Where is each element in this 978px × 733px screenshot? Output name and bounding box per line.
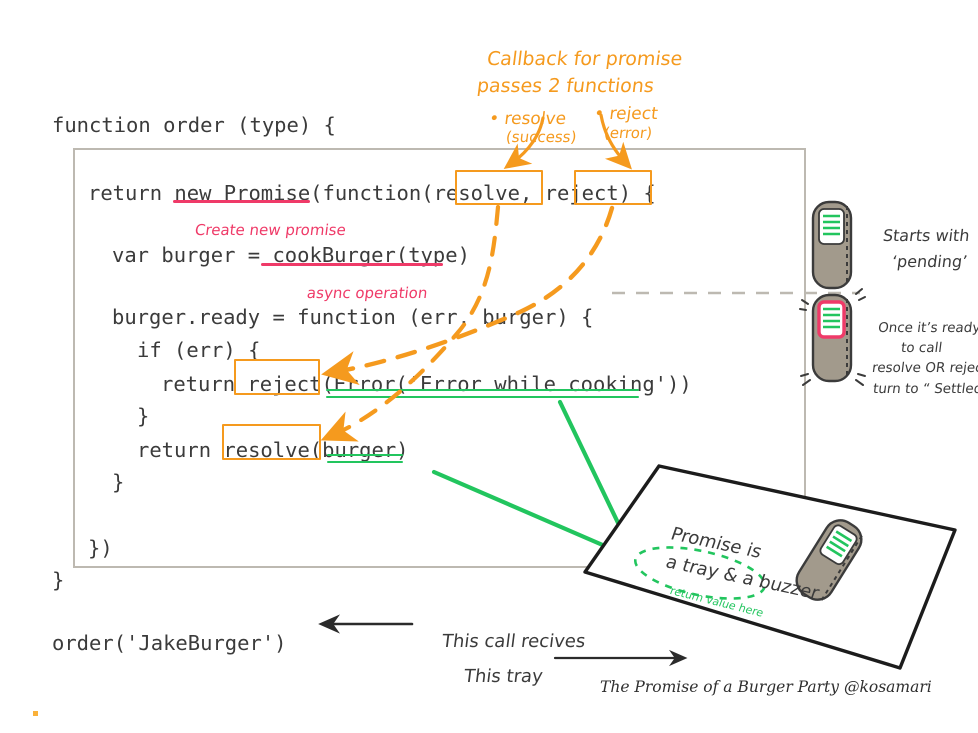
code-line-order-call: order('JakeBurger') bbox=[52, 631, 287, 655]
highlight-box-resolve-call bbox=[222, 424, 321, 460]
diagram-canvas: function order (type) { return new Promi… bbox=[0, 0, 978, 733]
annotation-async-operation: async operation bbox=[306, 283, 429, 302]
highlight-box-reject-param bbox=[574, 170, 652, 205]
highlight-box-resolve-param bbox=[455, 170, 543, 205]
figure-caption: The Promise of a Burger Party @kosamari bbox=[600, 678, 932, 696]
code-line-close-promise: }) bbox=[88, 536, 113, 560]
stray-orange-mark bbox=[33, 711, 38, 716]
annotation-create-new-promise: Create new promise bbox=[194, 220, 347, 239]
highlight-box-reject-call bbox=[234, 359, 320, 395]
code-line-close-if: } bbox=[137, 404, 150, 428]
code-line-function-order: function order (type) { bbox=[52, 113, 336, 137]
annotation-pending-line2: ‘pending’ bbox=[891, 251, 969, 271]
code-line-close-function: } bbox=[52, 568, 65, 592]
annotation-resolve-sub: (success) bbox=[505, 127, 578, 146]
code-line-if-err: if (err) { bbox=[137, 338, 261, 362]
underline-cookburger bbox=[261, 263, 443, 266]
code-line-close-ready: } bbox=[112, 470, 125, 494]
annotation-this-tray: This tray bbox=[462, 666, 544, 688]
buzzer-pending bbox=[811, 200, 853, 290]
annotation-reject-sub: (error) bbox=[603, 123, 654, 142]
underline-new-promise bbox=[173, 200, 310, 203]
annotation-settled-line4: turn to “ Settled ” bbox=[872, 381, 978, 398]
